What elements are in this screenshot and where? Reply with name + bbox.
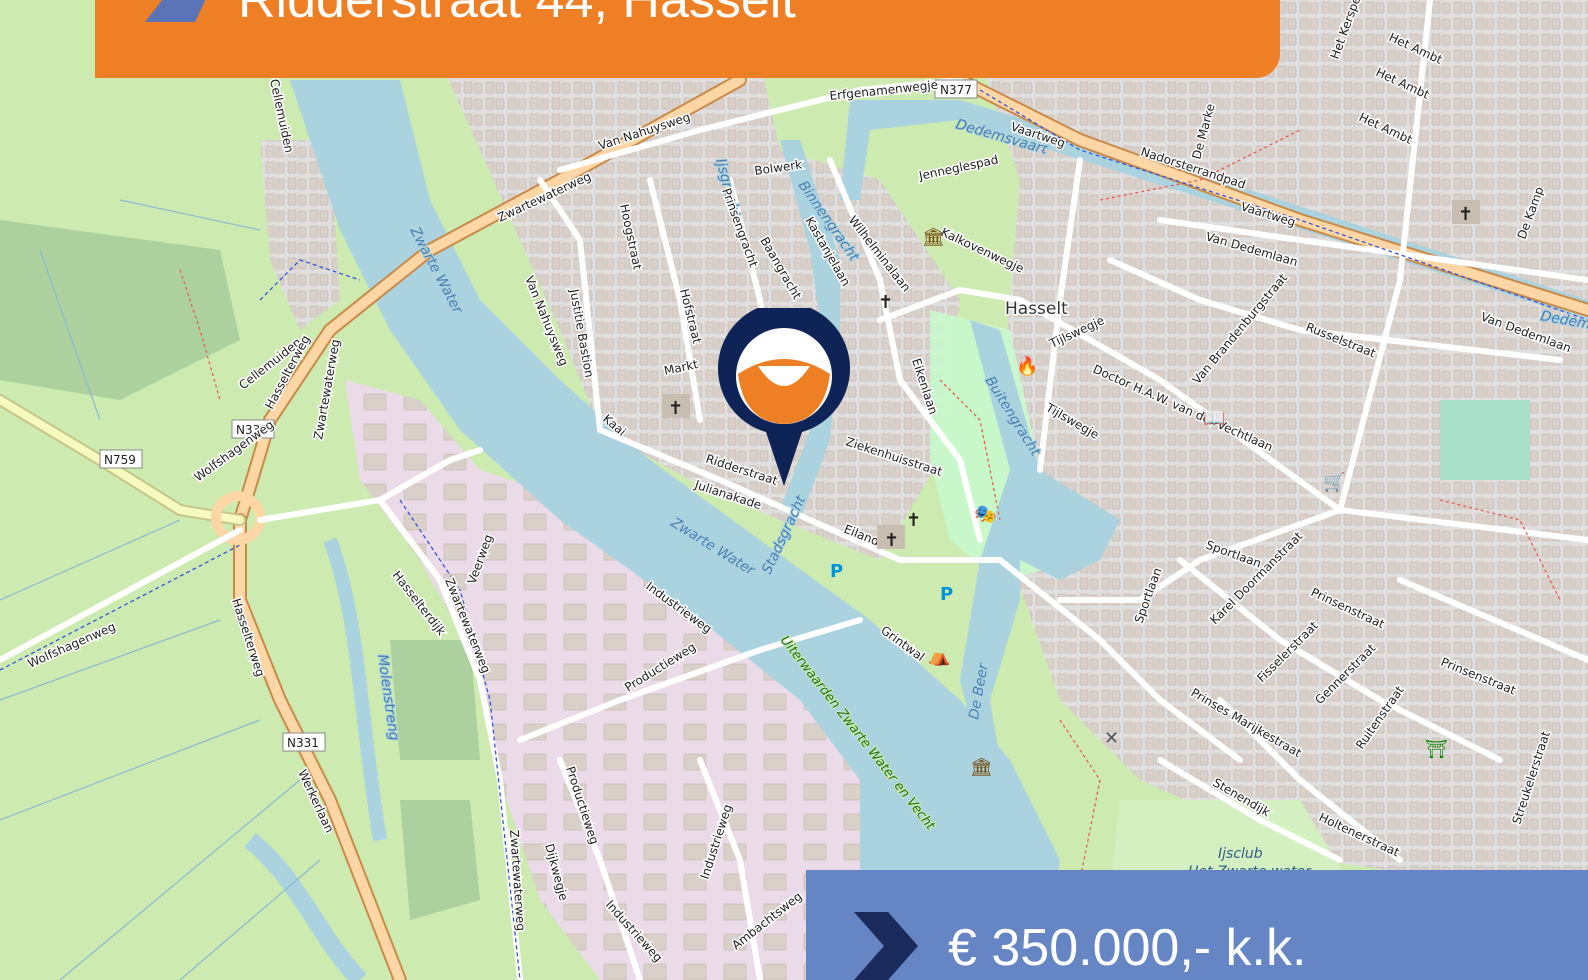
parking-icon: P <box>940 584 953 605</box>
svg-text:P: P <box>940 584 953 605</box>
svg-text:⛺: ⛺ <box>928 646 950 667</box>
theatre-icon: 🎭 <box>974 504 996 525</box>
church-icon: ✝ <box>906 510 921 531</box>
svg-text:📖: 📖 <box>1203 408 1225 429</box>
svg-text:🔥: 🔥 <box>1016 355 1038 377</box>
shield-n331-south: N331 <box>282 732 326 752</box>
shield-n377: N377 <box>934 79 978 99</box>
svg-text:✝: ✝ <box>884 530 899 551</box>
parking-icon: P <box>830 561 843 582</box>
park-zone-sw <box>390 640 480 760</box>
windmill-icon: ✕ <box>1104 728 1119 749</box>
museum-icon: 🏛 <box>970 757 993 778</box>
svg-text:⛩: ⛩ <box>1425 739 1448 760</box>
campsite-icon: ⛺ <box>928 646 950 667</box>
chevron-right-icon <box>145 0 206 22</box>
svg-text:✝: ✝ <box>1458 204 1473 225</box>
church-icon: ✝ <box>1452 200 1480 225</box>
shield-text: N759 <box>104 453 136 467</box>
svg-text:🛒: 🛒 <box>1323 471 1345 493</box>
ijsclub-label: Ijsclub <box>1218 846 1263 862</box>
location-pin-icon[interactable] <box>716 308 852 488</box>
picnic-icon: ⛩ <box>1425 739 1448 760</box>
church-icon: ✝ <box>662 394 690 419</box>
listing-price: € 350.000,- k.k. <box>948 919 1307 977</box>
svg-text:✝: ✝ <box>906 510 921 531</box>
svg-text:✝: ✝ <box>668 398 683 419</box>
shield-text: N331 <box>287 736 319 750</box>
listing-address: Ridderstraat 44, Hasselt <box>238 0 796 29</box>
svg-text:✕: ✕ <box>1104 728 1119 749</box>
place-label-hasselt: Hasselt <box>1005 299 1068 319</box>
sports-field <box>1440 400 1530 480</box>
church-icon: ✝ <box>877 525 905 551</box>
museum-icon: 🏛 <box>922 227 945 248</box>
svg-text:✝: ✝ <box>878 292 893 313</box>
shield-n759: N759 <box>99 449 143 469</box>
church-icon: ✝ <box>878 292 893 313</box>
svg-text:🏛: 🏛 <box>922 227 945 248</box>
library-icon: 📖 <box>1203 408 1225 429</box>
chevron-right-icon <box>854 912 918 980</box>
fire-station-icon: 🔥 <box>1016 355 1038 377</box>
svg-text:P: P <box>830 561 843 582</box>
shield-text: N377 <box>940 83 972 97</box>
svg-text:🏛: 🏛 <box>970 757 993 778</box>
shop-icon: 🛒 <box>1323 471 1345 493</box>
map-canvas[interactable]: N377 N331 N759 N331 Zwarte Water Zwarte … <box>0 0 1588 980</box>
park-zone-s <box>400 800 480 920</box>
svg-text:🎭: 🎭 <box>974 504 996 525</box>
